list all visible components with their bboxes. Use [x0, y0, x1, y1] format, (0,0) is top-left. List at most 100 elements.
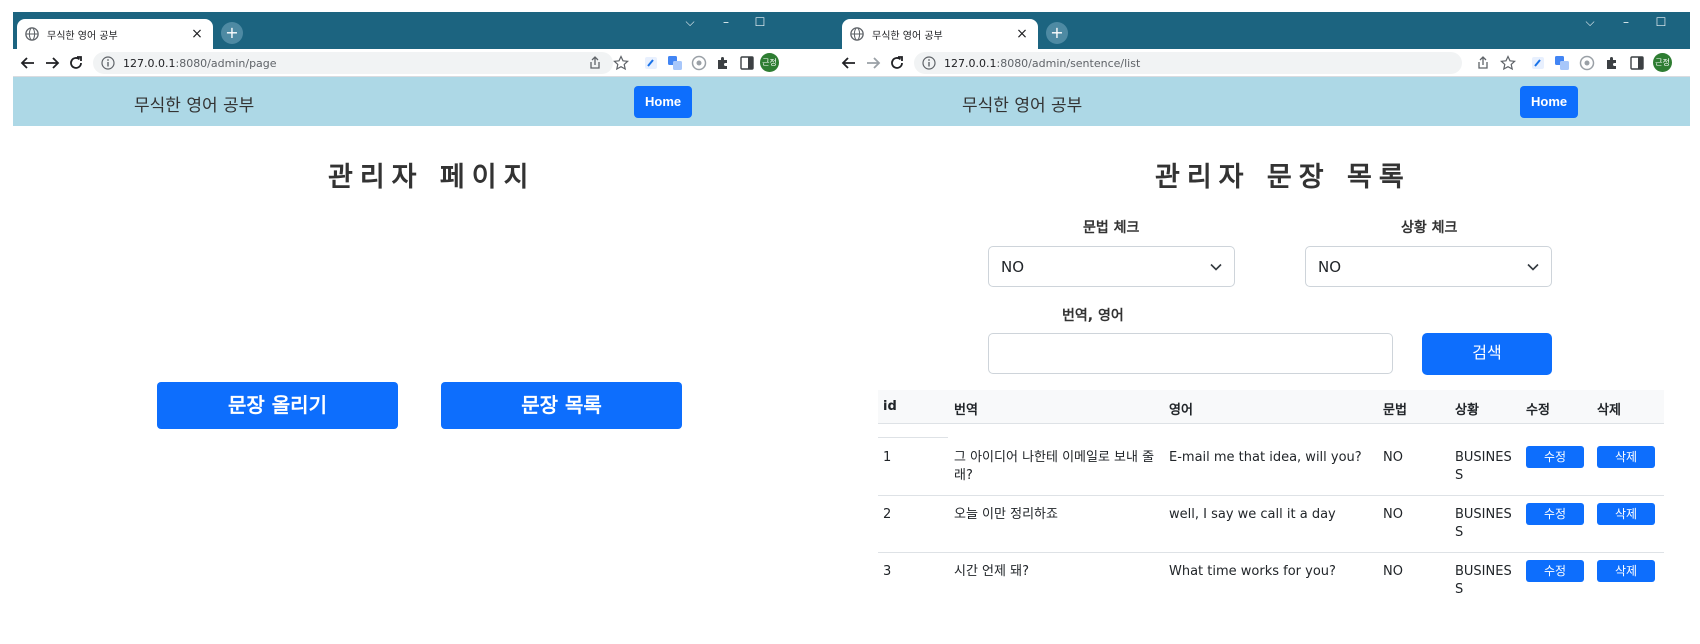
grammar-check-label: 문법 체크 [1083, 220, 1140, 236]
extension-2-icon[interactable] [691, 55, 707, 71]
delete-button[interactable]: 삭제 [1597, 446, 1655, 468]
column-header-grammar: 문법 [1383, 403, 1407, 418]
minimize-icon[interactable]: – [1619, 15, 1633, 29]
share-icon[interactable] [587, 55, 603, 71]
tab-close-icon[interactable]: × [189, 26, 205, 42]
screenshot: 무식한 영어 공부 × + ⌵ – ☐ 127.0.0.1:8080/admi… [0, 0, 1700, 644]
maximize-icon[interactable]: ☐ [1654, 15, 1668, 29]
edit-button[interactable]: 수정 [1526, 503, 1584, 525]
cell-translation: 시간 언제 돼? [954, 564, 1029, 579]
tab-strip: 무식한 영어 공부 × + ⌵ – ☐ [13, 12, 839, 49]
table-row: 1 그 아이디어 나한테 이메일로 보내 줄래? E-mail me that … [878, 439, 1664, 496]
delete-button[interactable]: 삭제 [1597, 503, 1655, 525]
cell-english: E-mail me that idea, will you? [1169, 450, 1362, 465]
tab-strip: 무식한 영어 공부 × + ⌵ – ☐ [838, 12, 1690, 49]
forward-arrow-icon[interactable] [864, 54, 882, 72]
column-header-edit: 수정 [1526, 403, 1550, 418]
edit-button[interactable]: 수정 [1526, 446, 1584, 468]
search-input[interactable] [988, 333, 1393, 374]
upload-sentence-button[interactable]: 문장 올리기 [157, 382, 398, 429]
cell-english: What time works for you? [1169, 564, 1336, 579]
cell-id: 1 [883, 450, 892, 465]
table-row: 3 시간 언제 돼? What time works for you? NO B… [878, 553, 1664, 613]
column-header-delete: 삭제 [1597, 403, 1621, 418]
cell-grammar: NO [1383, 564, 1403, 579]
cell-grammar: NO [1383, 450, 1403, 465]
translate-icon[interactable] [1554, 55, 1570, 71]
back-arrow-icon[interactable] [840, 54, 858, 72]
situation-check-label: 상황 체크 [1401, 220, 1458, 236]
page-title: 관리자 페이지 [328, 162, 536, 193]
chevron-down-icon [1210, 263, 1222, 271]
cell-translation: 오늘 이만 정리하죠 [954, 507, 1058, 522]
browser-window-sentence-list: 무식한 영어 공부 × + ⌵ – ☐ 127.0.0.1:8080/admi… [838, 12, 1690, 644]
profile-avatar[interactable]: 근정 [760, 53, 779, 72]
brand-title[interactable]: 무식한 영어 공부 [134, 91, 254, 116]
home-button[interactable]: Home [634, 86, 693, 118]
side-panel-icon[interactable] [739, 55, 755, 71]
tab-admin-page[interactable]: 무식한 영어 공부 × [17, 19, 213, 49]
minimize-icon[interactable]: – [719, 15, 733, 29]
search-label: 번역, 영어 [1062, 308, 1124, 324]
cell-english: well, I say we call it a day [1169, 507, 1336, 522]
edit-button[interactable]: 수정 [1526, 560, 1584, 582]
back-arrow-icon[interactable] [19, 54, 37, 72]
extension-2-icon[interactable] [1579, 55, 1595, 71]
brand-title[interactable]: 무식한 영어 공부 [962, 91, 1082, 116]
tab-sentence-list[interactable]: 무식한 영어 공부 × [842, 19, 1038, 49]
site-info-icon[interactable] [922, 56, 936, 70]
browser-window-admin-page: 무식한 영어 공부 × + ⌵ – ☐ 127.0.0.1:8080/admi… [13, 12, 839, 644]
puzzle-extensions-icon[interactable] [1604, 55, 1620, 71]
extension-1-icon[interactable] [643, 55, 659, 71]
site-navbar: 무식한 영어 공부 Home [13, 77, 839, 126]
url-path: :8080/admin/page [175, 56, 277, 70]
profile-avatar[interactable]: 근정 [1653, 53, 1672, 72]
new-tab-plus-icon[interactable]: + [221, 22, 243, 44]
cell-situation: BUSINESS [1455, 507, 1512, 540]
situation-check-select[interactable]: NO [1305, 246, 1552, 287]
home-button[interactable]: Home [1520, 86, 1579, 118]
tab-search-chevron-icon[interactable]: ⌵ [683, 15, 697, 30]
cell-translation: 그 아이디어 나한테 이메일로 보내 줄래? [954, 450, 1155, 483]
grammar-check-select[interactable]: NO [988, 246, 1235, 287]
cell-id: 2 [883, 507, 892, 522]
maximize-icon[interactable]: ☐ [753, 15, 767, 29]
column-header-translation: 번역 [954, 403, 978, 418]
sentence-list-button[interactable]: 문장 목록 [441, 382, 682, 429]
omnibox[interactable]: 127.0.0.1:8080/admin/page [93, 52, 613, 74]
search-button[interactable]: 검색 [1422, 333, 1552, 375]
reload-icon[interactable] [67, 54, 85, 72]
extension-1-icon[interactable] [1530, 55, 1546, 71]
url-host: 127.0.0.1 [944, 56, 997, 70]
side-panel-icon[interactable] [1629, 55, 1645, 71]
puzzle-extensions-icon[interactable] [715, 55, 731, 71]
reload-icon[interactable] [888, 54, 906, 72]
site-navbar: 무식한 영어 공부 Home [838, 77, 1690, 126]
tab-close-icon[interactable]: × [1014, 26, 1030, 42]
cell-id: 3 [883, 564, 892, 579]
new-tab-plus-icon[interactable]: + [1046, 22, 1068, 44]
table-divider [878, 437, 948, 438]
table-header-row: id 번역 영어 문법 상황 수정 삭제 [878, 390, 1664, 424]
omnibox[interactable]: 127.0.0.1:8080/admin/sentence/list [914, 52, 1462, 74]
table-row: 2 오늘 이만 정리하죠 well, I say we call it a da… [878, 496, 1664, 553]
address-bar-row: 127.0.0.1:8080/admin/page 근정 [13, 49, 839, 77]
forward-arrow-icon[interactable] [43, 54, 61, 72]
share-icon[interactable] [1475, 55, 1491, 71]
tab-search-chevron-icon[interactable]: ⌵ [1583, 15, 1597, 30]
delete-button[interactable]: 삭제 [1597, 560, 1655, 582]
cell-situation: BUSINESS [1455, 564, 1512, 597]
bookmark-star-icon[interactable] [1500, 55, 1516, 71]
cell-grammar: NO [1383, 507, 1403, 522]
cell-situation: BUSINESS [1455, 450, 1512, 483]
globe-icon [25, 27, 39, 41]
grammar-check-value: NO [1001, 257, 1025, 276]
translate-icon[interactable] [667, 55, 683, 71]
column-header-situation: 상황 [1455, 403, 1479, 418]
bookmark-star-icon[interactable] [613, 55, 629, 71]
tab-title: 무식한 영어 공부 [47, 30, 118, 42]
url-path: :8080/admin/sentence/list [996, 56, 1141, 70]
globe-icon [850, 27, 864, 41]
site-info-icon[interactable] [101, 56, 115, 70]
column-header-english: 영어 [1169, 403, 1193, 418]
